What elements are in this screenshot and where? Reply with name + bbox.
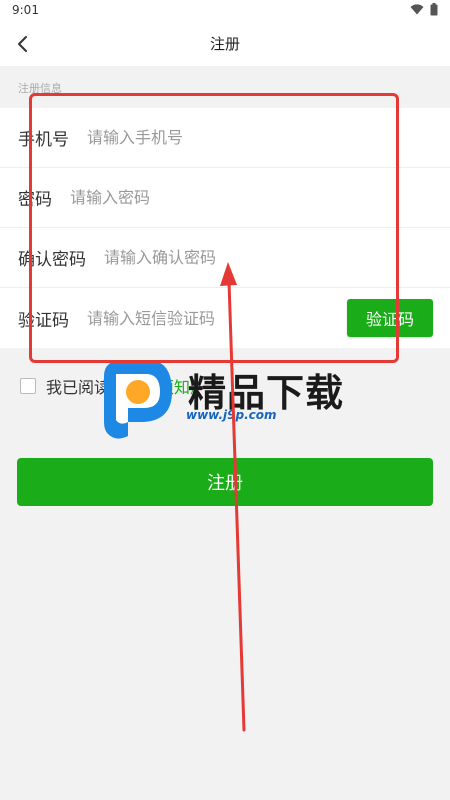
battery-icon [430, 3, 438, 16]
confirm-password-label: 确认密码 [18, 250, 86, 270]
verify-code-label: 验证码 [18, 310, 69, 331]
agreement-checkbox[interactable] [20, 378, 36, 394]
status-icons [410, 3, 438, 16]
watermark: 精品下载 www.j9p.com [98, 356, 358, 446]
phone-input[interactable] [87, 128, 450, 147]
phone-row: 手机号 [0, 108, 450, 168]
password-input[interactable] [70, 188, 450, 207]
section-label: 注册信息 [18, 82, 62, 95]
agreement-row: 我已阅读 《用户须知》 [20, 374, 206, 398]
password-label: 密码 [18, 190, 52, 210]
toolbar: 注册 [0, 22, 450, 66]
wifi-icon [410, 4, 424, 15]
register-form: 手机号 密码 确认密码 验证码 验证码 [0, 108, 450, 348]
phone-label: 手机号 [18, 130, 69, 150]
verify-code-row: 验证码 验证码 [0, 288, 450, 348]
status-time: 9:01 [12, 3, 39, 17]
watermark-url: www.j9p.com [186, 408, 277, 422]
confirm-password-row: 确认密码 [0, 228, 450, 288]
status-bar: 9:01 [0, 0, 450, 22]
chevron-left-icon [18, 36, 27, 52]
verify-code-input[interactable] [87, 308, 327, 328]
agreement-link[interactable]: 《用户须知》 [110, 374, 206, 398]
back-button[interactable] [6, 28, 38, 60]
agreement-text: 我已阅读 [46, 378, 111, 397]
watermark-logo-icon [104, 360, 172, 439]
register-button[interactable]: 注册 [17, 458, 433, 506]
password-row: 密码 [0, 168, 450, 228]
watermark-brand: 精品下载 [188, 371, 345, 415]
confirm-password-input[interactable] [104, 248, 450, 267]
page-title: 注册 [209, 35, 240, 53]
get-code-button[interactable]: 验证码 [347, 299, 433, 337]
